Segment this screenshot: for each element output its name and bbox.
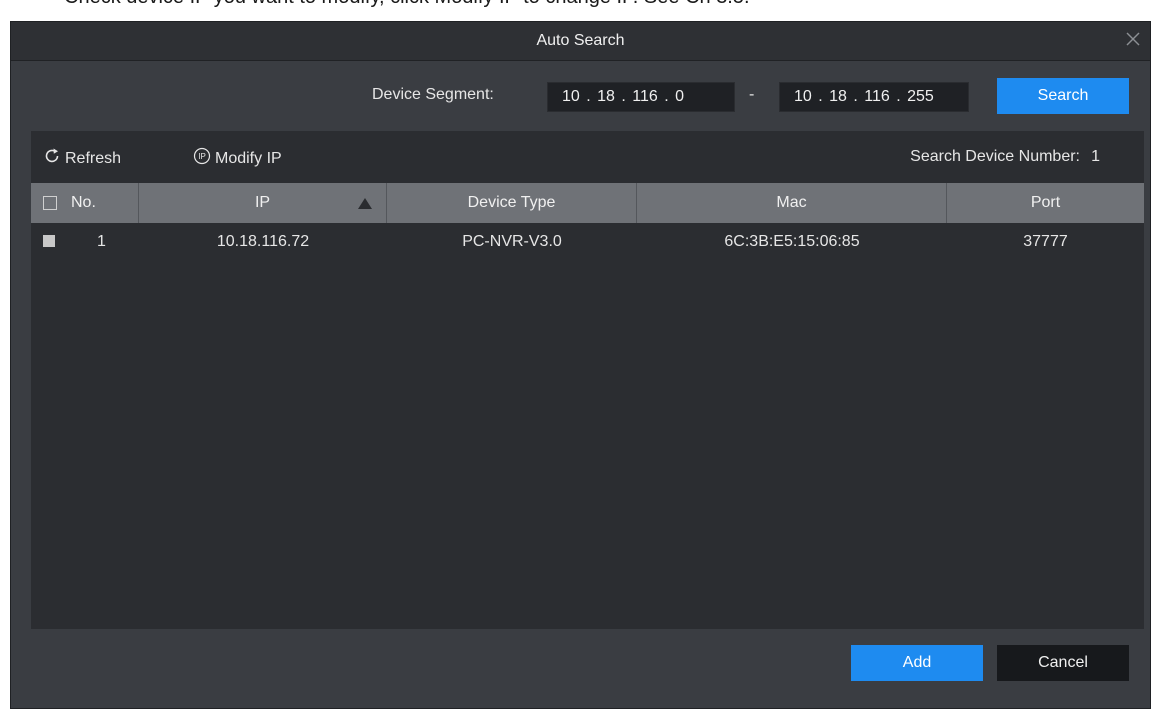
- modify-ip-label: Modify IP: [215, 149, 282, 167]
- column-no-label: No.: [71, 194, 96, 211]
- column-device-type-label: Device Type: [467, 194, 556, 211]
- column-port[interactable]: Port: [947, 183, 1144, 223]
- close-icon[interactable]: [1122, 28, 1144, 50]
- start-ip-field[interactable]: 10 . 18 . 116 . 0: [547, 82, 735, 112]
- add-button[interactable]: Add: [851, 645, 983, 681]
- end-ip-field[interactable]: 10 . 18 . 116 . 255: [779, 82, 969, 112]
- row-checkbox[interactable]: [43, 235, 55, 247]
- column-ip[interactable]: IP: [139, 183, 387, 223]
- row-port: 37777: [1023, 233, 1068, 250]
- refresh-label: Refresh: [65, 149, 122, 167]
- dialog-titlebar: Auto Search: [11, 22, 1150, 61]
- row-no-cell: 1: [31, 223, 139, 261]
- table-row[interactable]: 1 10.18.116.72 PC-NVR-V3.0 6C:3B:E5:15:0…: [31, 223, 1144, 261]
- column-port-label: Port: [1030, 194, 1061, 211]
- device-count-label: Search Device Number:: [910, 148, 1080, 165]
- select-all-checkbox[interactable]: [43, 196, 57, 210]
- segment-separator: -: [749, 86, 755, 103]
- cancel-button[interactable]: Cancel: [997, 645, 1129, 681]
- device-count-value: 1: [1091, 148, 1100, 165]
- background-document-text: Check device IP you want to modify, clic…: [64, 0, 1144, 14]
- row-device-type: PC-NVR-V3.0: [462, 233, 562, 250]
- device-segment-row: Device Segment: 10 . 18 . 116 . 0 - 10 .…: [11, 78, 1150, 114]
- results-toolbar: Refresh IP Modify IP Search Device Numbe…: [31, 131, 1144, 183]
- row-ip: 10.18.116.72: [216, 233, 310, 250]
- dialog-title: Auto Search: [536, 32, 625, 49]
- modify-ip-button[interactable]: IP Modify IP: [193, 147, 282, 170]
- device-segment-label: Device Segment:: [372, 86, 494, 103]
- ip-icon: IP: [193, 147, 215, 170]
- search-button[interactable]: Search: [997, 78, 1129, 114]
- svg-text:IP: IP: [198, 152, 206, 161]
- column-mac-label: Mac: [776, 194, 807, 211]
- column-mac[interactable]: Mac: [637, 183, 947, 223]
- row-no: 1: [97, 233, 106, 250]
- sort-up-icon: [358, 198, 372, 209]
- row-mac: 6C:3B:E5:15:06:85: [724, 233, 860, 250]
- column-device-type[interactable]: Device Type: [387, 183, 637, 223]
- table-header: No. IP Device Type Mac Port: [31, 183, 1144, 223]
- column-no[interactable]: No.: [31, 183, 139, 223]
- auto-search-dialog: Auto Search Device Segment: 10 . 18 . 11…: [10, 21, 1151, 709]
- results-panel: Refresh IP Modify IP Search Device Numbe…: [31, 131, 1144, 629]
- column-ip-label: IP: [254, 194, 271, 211]
- refresh-icon: [43, 147, 65, 170]
- refresh-button[interactable]: Refresh: [43, 147, 121, 170]
